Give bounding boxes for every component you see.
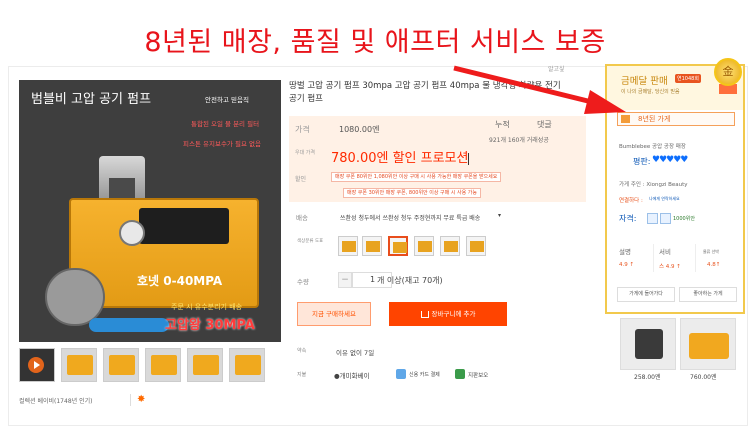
quantity-label: 수량 — [297, 278, 309, 286]
play-icon — [28, 357, 44, 373]
thumbnail-strip — [19, 348, 265, 382]
pump-panel-graphic — [139, 208, 229, 244]
pressure-label: 고압왕 30MPA — [165, 318, 255, 333]
option-label: 색상분류 도표 — [297, 239, 324, 244]
collect-link[interactable]: 컬렉션 베이비(1748년 인기) — [19, 396, 92, 405]
shipping-text: 쓰촨성 청두에서 쓰촨성 청두 주정현까지 무료 특급 배송 — [340, 215, 481, 222]
blue-hose-graphic — [89, 318, 169, 332]
share-icon[interactable]: ✸ — [137, 394, 149, 406]
payment-huabei: ●개미화베이 — [334, 372, 370, 380]
red-arrow-icon — [453, 65, 626, 114]
option-thumb[interactable] — [440, 236, 460, 256]
buy-now-button[interactable]: 지금 구매하세요 — [297, 302, 371, 326]
thumbnail[interactable] — [187, 348, 223, 382]
shipping-label: 배송 — [296, 214, 308, 222]
divider — [653, 244, 654, 272]
image-sub-promo: 주문 시 유수분리기 배송 — [171, 303, 243, 311]
rating-hearts-icon: ♥♥♥♥♥ — [652, 155, 688, 165]
add-to-cart-button[interactable]: 장바구니에 추가 — [389, 302, 507, 326]
return-text: 이유 없이 7일 — [336, 349, 375, 357]
credit-card-icon — [396, 369, 406, 379]
main-product-image[interactable]: 범블비 고압 공기 펌프 안전하고 믿음직 통합된 오일 물 분리 필터 피스톤… — [19, 80, 281, 342]
cart-icon — [420, 310, 429, 318]
gold-badge: 연1048회 — [675, 74, 701, 83]
video-thumbnail[interactable] — [19, 348, 55, 382]
payment-card: 신용 카드 결제 — [409, 372, 440, 378]
option-thumb-selected[interactable] — [388, 236, 408, 256]
qualification-text: 1000위안 — [673, 216, 695, 222]
pressure-gauge-graphic — [119, 220, 145, 246]
price-label: 가격 — [295, 125, 310, 134]
thumbnail[interactable] — [145, 348, 181, 382]
thumbnail[interactable] — [103, 348, 139, 382]
image-note-piston: 피스톤 유지보수가 필요 없음 — [183, 140, 261, 148]
thumbnail[interactable] — [229, 348, 265, 382]
model-label: 호넷 0-40MPA — [137, 274, 223, 288]
return-label: 약속 — [297, 348, 307, 354]
qualification-label: 자격: — [619, 214, 637, 223]
image-title: 범블비 고압 공기 펌프 — [31, 92, 152, 107]
option-thumb[interactable] — [338, 236, 358, 256]
recommended-price: 760.00엔 — [690, 374, 717, 381]
metric-logistics-head: 물류 선박 — [703, 249, 719, 254]
option-thumb[interactable] — [414, 236, 434, 256]
shop-icon — [621, 115, 630, 123]
divider — [695, 244, 696, 272]
metric-logistics-value: 4.8↑ — [707, 262, 721, 268]
gold-medal-icon: 金 — [714, 58, 742, 86]
shop-name[interactable]: Bumblebee 공압 공장 매장 — [619, 142, 686, 150]
contact-label: 연결하다 : — [619, 198, 643, 204]
contact-link[interactable]: 나에게 연락하세요 — [649, 196, 680, 202]
shop-keeper: 가게 주인 : Xiongzi Beauty — [619, 182, 688, 188]
original-price: 1080.00엔 — [339, 125, 380, 134]
coupon-2[interactable]: 매장 쿠폰 30위안 매장 쿠폰, 800위안 이상 구매 시 사용 가능 — [343, 188, 481, 198]
option-thumb[interactable] — [362, 236, 382, 256]
metric-description-head: 설명 — [619, 248, 631, 256]
rating-label: 평판: — [633, 157, 651, 166]
review-head: 댓글 — [537, 120, 552, 129]
enter-shop-button[interactable]: 가게에 들어가다 — [617, 287, 675, 302]
option-thumb[interactable] — [466, 236, 486, 256]
sales-value: 921개 160개 거래성공 — [489, 137, 549, 144]
payment-icon — [455, 369, 465, 379]
quantity-value: 1 — [370, 275, 376, 284]
sales-head: 누적 — [495, 120, 510, 129]
recommended-product[interactable] — [680, 318, 736, 370]
payment-label: 지불 — [297, 372, 307, 378]
image-note-safe: 안전하고 믿음직 — [205, 96, 249, 104]
quantity-minus-button[interactable]: − — [338, 272, 352, 288]
favorite-shop-button[interactable]: 좋아하는 가게 — [679, 287, 737, 302]
shop-years-tag: 8년된 가게 — [617, 112, 735, 126]
payment-other: 지판보오 — [468, 373, 489, 379]
stock-text: 개 이상(재고 70개) — [377, 276, 443, 285]
metric-service-value: 스 4.9 ↑ — [659, 264, 681, 270]
metric-description-value: 4.9 ↑ — [619, 262, 635, 268]
coupon-label: 할인 — [295, 176, 307, 183]
page: 8년된 매장, 품질 및 애프터 서비스 보증 알고싶 범블비 고압 공기 펌프… — [0, 0, 750, 432]
recommended-product[interactable] — [620, 318, 676, 370]
promo-price: 780.00엔 할인 프로모션 — [331, 151, 470, 166]
thumbnail[interactable] — [61, 348, 97, 382]
recommended-price: 258.00엔 — [634, 374, 661, 381]
image-note-filter: 통합된 오일 물 분리 필터 — [191, 120, 260, 128]
chevron-down-icon[interactable]: ▾ — [498, 212, 501, 219]
metric-service-head: 서비 — [659, 248, 671, 256]
coupon-1[interactable]: 매장 쿠폰 80위안 1,080위안 이상 구매 시 사용 가능한 매장 쿠폰을… — [331, 172, 502, 182]
certificate-icon — [647, 213, 658, 224]
divider — [130, 394, 131, 406]
price-panel: 가격 1080.00엔 누적 댓글 921개 160개 거래성공 우대 가격 7… — [289, 116, 586, 202]
promo-caption: 8년된 매장, 품질 및 애프터 서비스 보증 — [144, 27, 606, 58]
promo-label: 우대 가격 — [295, 150, 315, 156]
deposit-icon — [660, 213, 671, 224]
